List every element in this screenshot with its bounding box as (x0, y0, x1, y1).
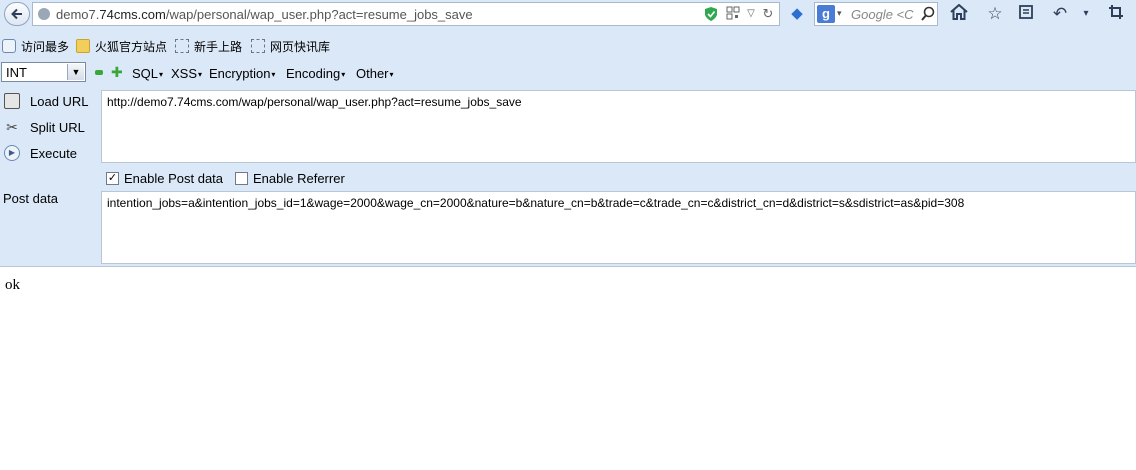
menu-label: SQL (132, 66, 159, 81)
dropdown-icon: ▾ (271, 70, 276, 80)
dropdown-icon: ▾ (159, 70, 164, 80)
bookmark-star-icon[interactable]: ☆ (984, 4, 1006, 24)
split-url-label: Split URL (30, 119, 85, 135)
type-select[interactable]: INT ▼ (1, 62, 86, 82)
type-select-value: INT (6, 65, 27, 80)
bookmarks-menu-icon[interactable] (1015, 4, 1037, 24)
load-url-label: Load URL (30, 93, 89, 109)
folder-icon (76, 39, 90, 53)
plus-icon[interactable]: ✚ (111, 65, 123, 79)
dropdown-icon: ▾ (198, 70, 203, 80)
search-globe-icon (2, 39, 16, 53)
checkbox-unchecked-icon (235, 171, 248, 185)
enable-referrer-checkbox[interactable]: Enable Referrer (235, 170, 345, 186)
reload-icon[interactable]: ↻ (760, 6, 776, 22)
address-bar[interactable]: demo7.74cms.com/wap/personal/wap_user.ph… (32, 2, 780, 26)
menu-other[interactable]: Other▾ (356, 66, 394, 81)
url-domain: 74cms.com (99, 7, 166, 22)
bookmark-getting-started[interactable]: 新手上路 (175, 38, 242, 54)
menu-encoding[interactable]: Encoding▾ (286, 66, 345, 81)
url-path: /wap/personal/wap_user.php?act=resume_jo… (165, 7, 473, 22)
response-text: ok (5, 277, 20, 293)
menu-label: Other (356, 66, 389, 81)
play-icon: ▶ (4, 145, 20, 161)
minus-icon[interactable] (95, 70, 103, 75)
url-prefix: demo7. (56, 7, 100, 22)
load-url-button[interactable]: Load URL (4, 90, 89, 112)
search-input[interactable]: Google <C (851, 7, 921, 22)
dashed-page-icon (175, 39, 189, 53)
search-bar[interactable]: g ▾ Google <C (814, 2, 938, 26)
google-search-engine-icon[interactable]: g (817, 5, 835, 23)
enable-post-checkbox[interactable]: ✓ Enable Post data (106, 170, 223, 186)
crop-icon[interactable] (1105, 4, 1127, 24)
magnifier-icon[interactable] (921, 6, 935, 25)
chevron-down-icon: ▼ (67, 64, 84, 80)
menu-label: Encoding (286, 66, 341, 81)
back-arrow-icon (11, 8, 22, 20)
bookmark-web-slice-gallery[interactable]: 网页快讯库 (251, 38, 330, 54)
dropdown-icon: ▾ (389, 70, 394, 80)
bookmark-label: 网页快讯库 (270, 39, 331, 54)
bookmark-most-visited[interactable]: 访问最多 (2, 38, 69, 54)
bookmark-label: 新手上路 (194, 39, 243, 54)
hackbar-panel: INT ▼ ✚ SQL▾ XSS▾ Encryption▾ Encoding▾ … (0, 60, 1136, 267)
url-textarea[interactable]: http://demo7.74cms.com/wap/personal/wap_… (101, 90, 1136, 163)
qr-code-icon[interactable] (725, 6, 741, 22)
bookmark-label: 访问最多 (21, 39, 70, 54)
execute-label: Execute (30, 145, 77, 161)
enable-post-label: Enable Post data (124, 170, 224, 186)
dropdown-arrow-icon[interactable]: ▽ (743, 6, 759, 22)
extension-icon[interactable]: ◆ (786, 4, 808, 24)
url-text[interactable]: demo7.74cms.com/wap/personal/wap_user.ph… (56, 7, 473, 22)
menu-sql[interactable]: SQL▾ (132, 66, 163, 81)
bookmark-firefox-site[interactable]: 火狐官方站点 (76, 38, 167, 54)
post-data-label: Post data (3, 191, 58, 206)
back-button[interactable] (4, 2, 30, 26)
load-url-icon (4, 93, 20, 109)
execute-button[interactable]: ▶ Execute (4, 142, 77, 164)
site-identity-icon[interactable] (38, 8, 50, 20)
split-url-button[interactable]: ✂ Split URL (4, 116, 85, 138)
enable-referrer-label: Enable Referrer (253, 170, 345, 186)
menu-xss[interactable]: XSS▾ (171, 66, 202, 81)
post-data-textarea[interactable]: intention_jobs=a&intention_jobs_id=1&wag… (101, 191, 1136, 264)
checkbox-checked-icon: ✓ (106, 171, 119, 185)
shield-icon[interactable] (703, 6, 719, 22)
menu-label: Encryption (209, 66, 271, 81)
toolbar-dropdown-icon[interactable]: ▾ (1075, 4, 1097, 24)
bookmarks-toolbar: 访问最多 火狐官方站点 新手上路 网页快讯库 (0, 29, 1136, 60)
scissors-icon: ✂ (6, 119, 18, 135)
dashed-page-icon (251, 39, 265, 53)
navigation-toolbar: demo7.74cms.com/wap/personal/wap_user.ph… (0, 0, 1136, 29)
dropdown-icon: ▾ (341, 70, 346, 80)
home-icon[interactable] (948, 3, 970, 24)
panel-divider (0, 266, 1136, 267)
engine-dropdown-icon[interactable]: ▾ (837, 8, 842, 19)
bookmark-label: 火狐官方站点 (95, 39, 168, 54)
menu-encryption[interactable]: Encryption▾ (209, 66, 275, 81)
undo-icon[interactable]: ↶ (1049, 4, 1071, 24)
menu-label: XSS (171, 66, 198, 81)
